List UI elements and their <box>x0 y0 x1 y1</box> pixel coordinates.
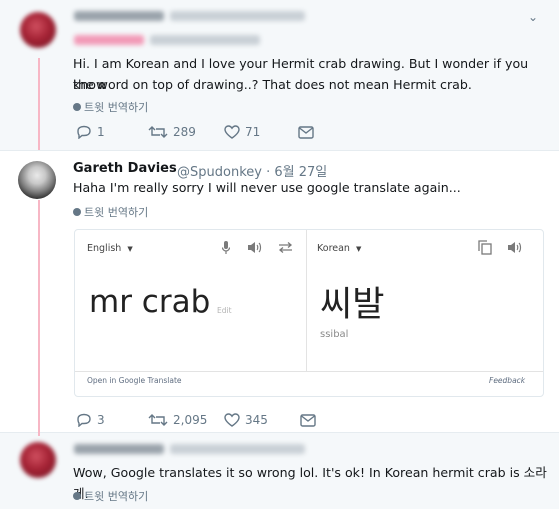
author-handle[interactable] <box>170 444 305 454</box>
thread-line <box>38 200 40 436</box>
feedback-link[interactable]: Feedback <box>489 376 525 385</box>
caret-down-icon: ▼ <box>355 245 362 253</box>
speaker-icon[interactable] <box>247 241 262 254</box>
microphone-icon[interactable] <box>222 241 230 255</box>
envelope-icon <box>300 413 316 427</box>
retweet-button[interactable]: 2,095 <box>148 413 224 427</box>
tweet-actions: 1 289 71 <box>76 125 314 139</box>
avatar[interactable] <box>18 161 56 199</box>
thread-line <box>38 58 40 150</box>
globe-icon <box>73 492 81 500</box>
speaker-icon[interactable] <box>507 241 522 254</box>
swap-languages-icon[interactable] <box>278 242 293 253</box>
translated-text: 씨발 <box>320 285 385 325</box>
caret-down-icon: ▼ <box>127 245 133 253</box>
open-in-google-translate-link[interactable]: Open in Google Translate <box>87 376 182 385</box>
retweet-button[interactable]: 289 <box>148 125 224 139</box>
reply-context <box>150 35 260 45</box>
target-language-select[interactable]: Korean ▼ <box>317 243 361 254</box>
tweet-text: Haha I'm really sorry I will never use g… <box>73 180 461 195</box>
reply-icon <box>77 413 91 427</box>
direct-message-button[interactable] <box>298 125 314 139</box>
like-button[interactable]: 345 <box>224 413 300 427</box>
card-divider <box>306 230 307 371</box>
author-name[interactable]: Gareth Davies <box>73 161 177 176</box>
reply-button[interactable]: 3 <box>76 413 148 427</box>
copy-icon[interactable] <box>478 240 492 255</box>
retweet-icon <box>148 126 168 138</box>
globe-icon <box>73 208 81 216</box>
tweet-actions: 3 2,095 345 <box>76 413 316 427</box>
reply-button[interactable]: 1 <box>76 125 148 139</box>
author-name[interactable] <box>74 11 164 21</box>
chevron-down-icon[interactable]: ⌄ <box>528 10 538 24</box>
heart-icon <box>224 125 240 139</box>
tweet-text: the word on top of drawing..? That does … <box>73 77 472 92</box>
divider <box>0 432 559 433</box>
like-button[interactable]: 71 <box>224 125 298 139</box>
edit-link[interactable]: Edit <box>217 306 232 315</box>
source-text: mr crab <box>89 284 211 320</box>
author-name[interactable] <box>74 444 164 454</box>
romanization: ssibal <box>320 329 349 340</box>
avatar[interactable] <box>20 12 56 48</box>
direct-message-button[interactable] <box>300 413 316 427</box>
retweet-icon <box>148 414 168 426</box>
reply-context[interactable] <box>74 35 144 45</box>
author-handle[interactable] <box>170 11 305 21</box>
source-language-select[interactable]: English ▼ <box>87 243 133 254</box>
globe-icon <box>73 103 81 111</box>
divider <box>0 150 559 151</box>
heart-icon <box>224 413 240 427</box>
reply-icon <box>77 125 91 139</box>
translate-tweet-link[interactable]: 트윗 번역하기 <box>73 488 148 504</box>
translate-tweet-link[interactable]: 트윗 번역하기 <box>73 99 148 115</box>
card-divider <box>75 371 543 372</box>
avatar[interactable] <box>20 442 56 478</box>
envelope-icon <box>298 125 314 139</box>
translate-tweet-link[interactable]: 트윗 번역하기 <box>73 204 148 220</box>
translate-card[interactable]: English ▼ Korean ▼ mr crab Edit 씨발 ssiba… <box>74 229 544 397</box>
